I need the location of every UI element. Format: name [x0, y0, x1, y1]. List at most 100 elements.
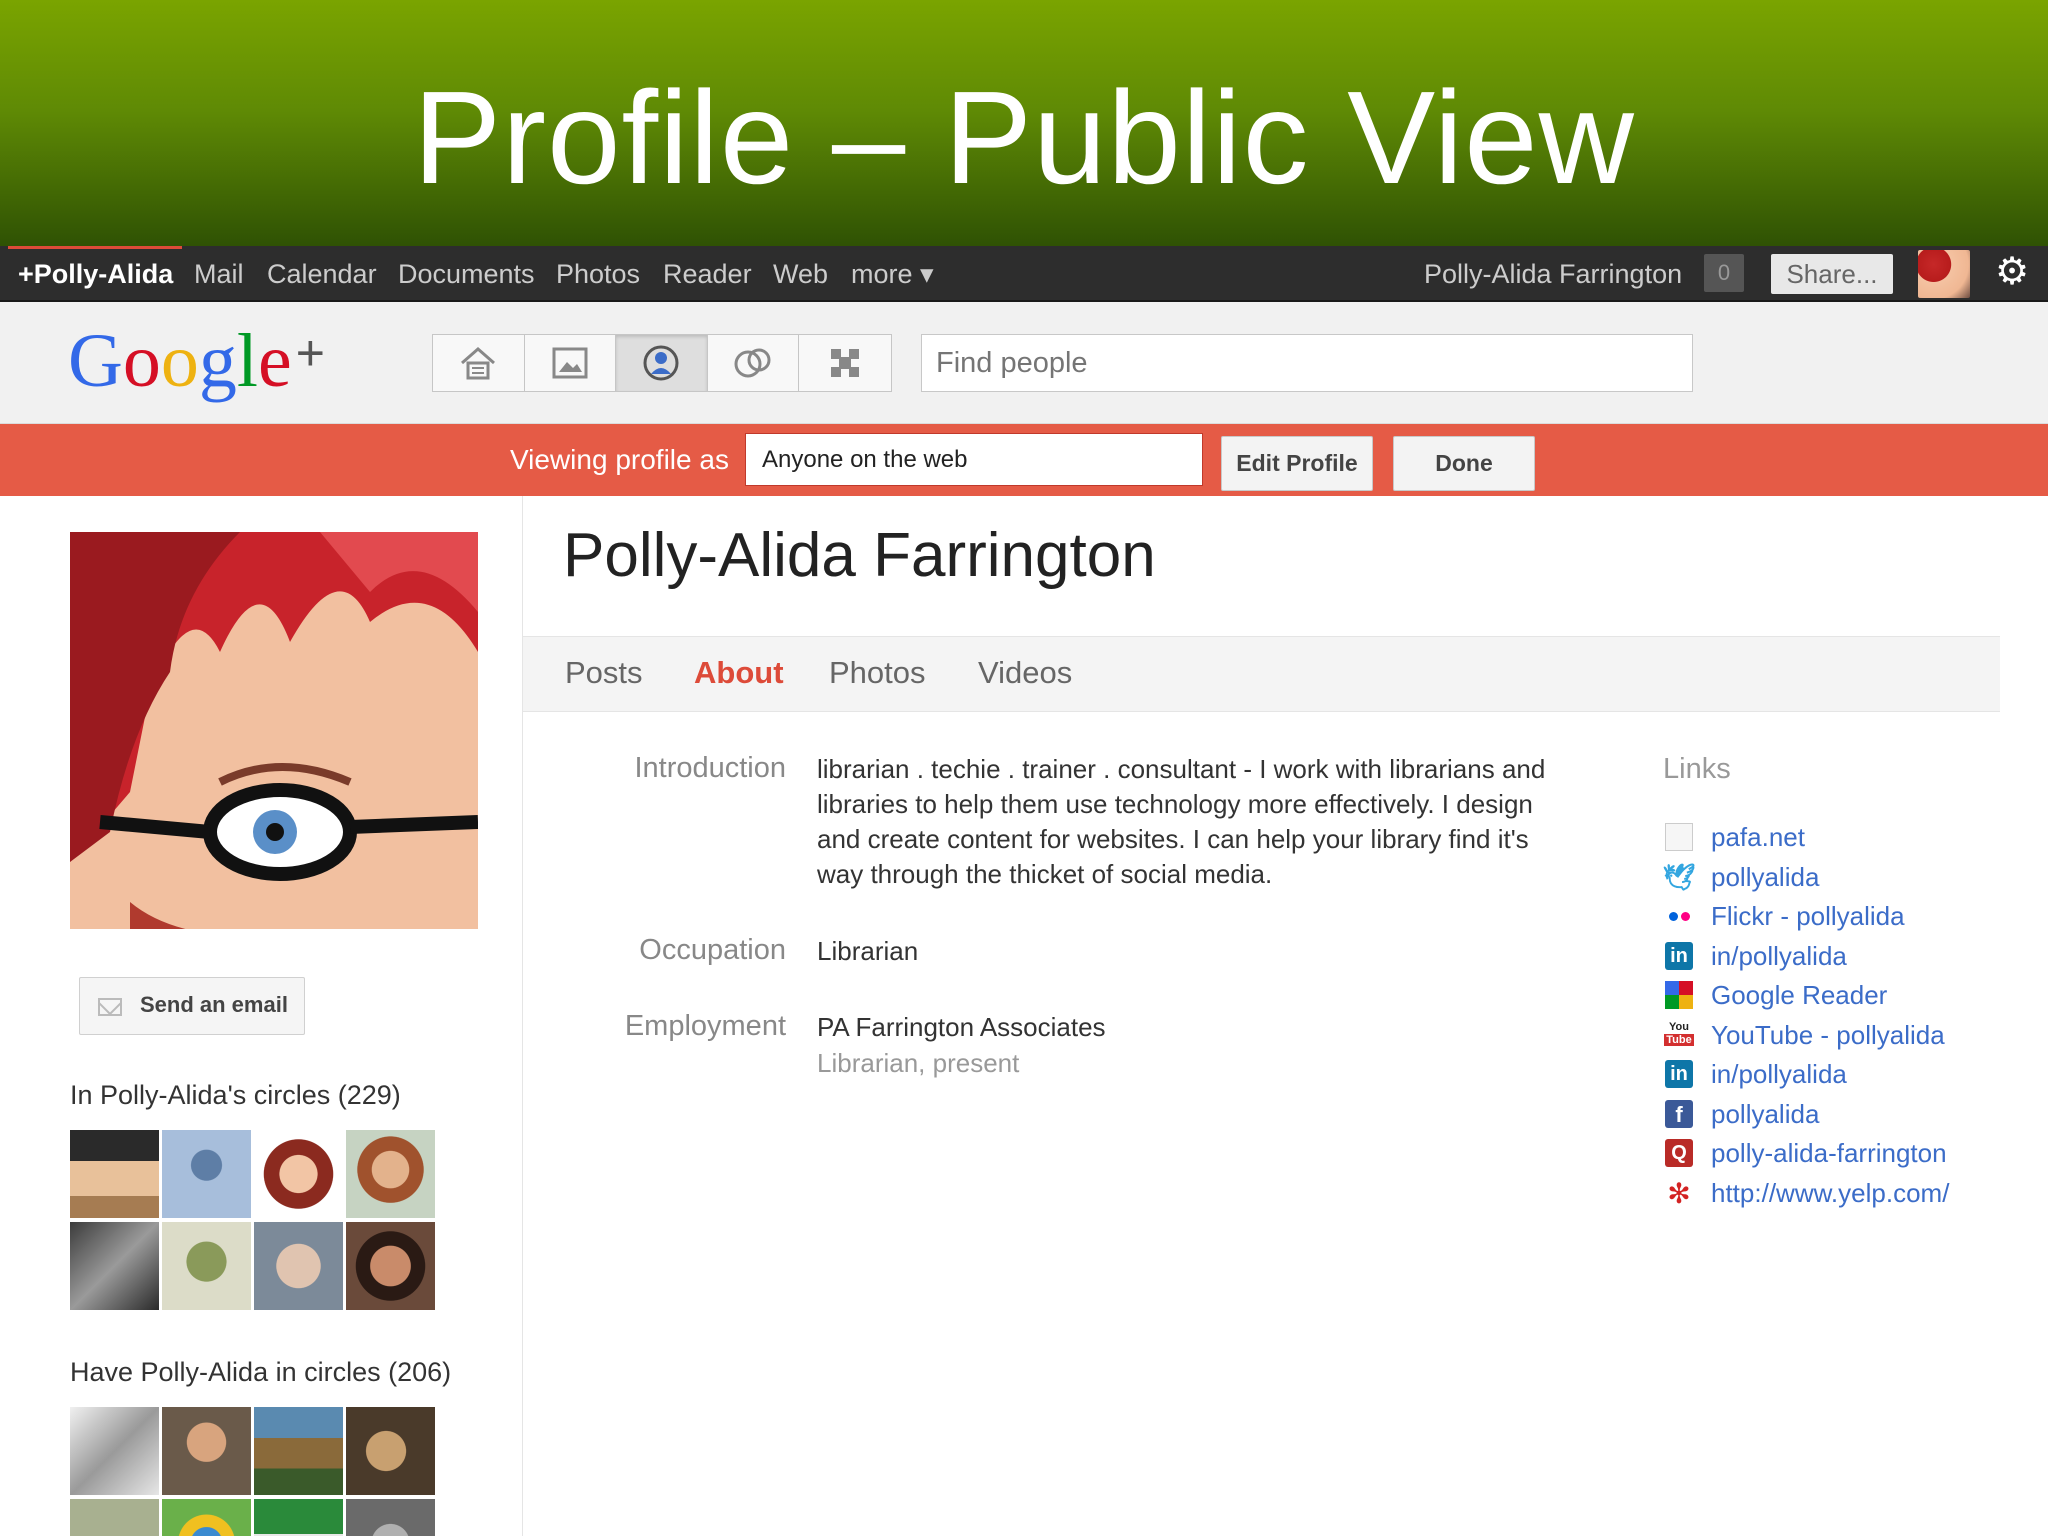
link-item[interactable]: ✻ http://www.yelp.com/ — [1663, 1176, 1949, 1210]
linkedin-icon: in — [1663, 941, 1695, 971]
occupation-label: Occupation — [639, 934, 786, 966]
circle-member-thumb[interactable] — [346, 1407, 435, 1495]
introduction-line: way through the thicket of social media. — [817, 859, 1273, 889]
gbar-item-more[interactable]: more ▾ — [851, 259, 934, 290]
tab-about[interactable]: About — [694, 655, 784, 691]
tab-photos[interactable]: Photos — [829, 655, 926, 691]
circle-member-thumb[interactable] — [162, 1222, 251, 1310]
done-button[interactable]: Done — [1393, 436, 1535, 491]
games-icon — [831, 349, 860, 377]
yelp-icon: ✻ — [1667, 1177, 1691, 1209]
main-nav — [432, 334, 892, 392]
gbar-item-calendar[interactable]: Calendar — [267, 259, 377, 290]
find-people-input[interactable] — [921, 334, 1693, 392]
gbar-user-name[interactable]: Polly-Alida Farrington — [1424, 259, 1682, 290]
edit-profile-button[interactable]: Edit Profile — [1221, 436, 1373, 491]
youtube-icon: You Tube — [1664, 1021, 1694, 1046]
circle-member-thumb[interactable] — [70, 1130, 159, 1218]
circles-icon — [734, 348, 771, 378]
link-text[interactable]: pafa.net — [1711, 822, 1805, 853]
page-icon — [1663, 822, 1695, 852]
circle-member-thumb[interactable] — [70, 1407, 159, 1495]
introduction-text: librarian . techie . trainer . consultan… — [817, 752, 1587, 892]
profile-icon — [643, 345, 679, 381]
in-circles-heading[interactable]: In Polly-Alida's circles (229) — [70, 1080, 401, 1111]
link-item[interactable]: f pollyalida — [1663, 1097, 1819, 1131]
link-item[interactable]: Flickr - pollyalida — [1663, 899, 1905, 933]
gbar-item-photos[interactable]: Photos — [556, 259, 640, 290]
active-indicator — [8, 246, 182, 249]
mail-icon — [98, 998, 122, 1016]
link-item[interactable]: 🕊 pollyalida — [1662, 860, 1820, 894]
employment-detail: Librarian, present — [817, 1048, 1020, 1078]
link-item[interactable]: You Tube YouTube - pollyalida — [1663, 1018, 1945, 1052]
twitter-icon: 🕊 — [1662, 861, 1696, 892]
circle-member-thumb[interactable] — [346, 1130, 435, 1218]
gbar-item-plus-profile[interactable]: +Polly-Alida — [18, 259, 173, 290]
link-text[interactable]: pollyalida — [1711, 1099, 1819, 1130]
tab-posts[interactable]: Posts — [565, 655, 643, 691]
circle-member-thumb[interactable] — [254, 1407, 343, 1495]
profile-photo[interactable] — [70, 532, 478, 929]
introduction-line: libraries to help them use technology mo… — [817, 789, 1533, 819]
introduction-line: librarian . techie . trainer . consultan… — [817, 754, 1546, 784]
circle-member-thumb[interactable] — [162, 1407, 251, 1495]
photos-nav-button[interactable] — [525, 335, 617, 391]
flickr-icon — [1663, 901, 1695, 931]
slide-title: Profile – Public View — [413, 64, 1635, 211]
link-text[interactable]: in/pollyalida — [1711, 1059, 1847, 1090]
games-nav-button[interactable] — [799, 335, 891, 391]
slide-title-banner: Profile – Public View — [0, 0, 2048, 246]
circle-member-thumb[interactable] — [254, 1222, 343, 1310]
circles-nav-button[interactable] — [708, 335, 800, 391]
home-nav-button[interactable] — [433, 335, 525, 391]
viewing-as-label: Viewing profile as — [510, 444, 729, 475]
link-item[interactable]: in in/pollyalida — [1663, 939, 1847, 973]
gbar-item-mail[interactable]: Mail — [194, 259, 244, 290]
account-avatar[interactable] — [1918, 250, 1970, 298]
link-text[interactable]: polly-alida-farrington — [1711, 1138, 1947, 1169]
link-text[interactable]: http://www.yelp.com/ — [1711, 1178, 1949, 1209]
gear-icon[interactable]: ⚙ — [1992, 252, 2032, 292]
link-text[interactable]: pollyalida — [1711, 862, 1819, 893]
gbar-item-reader[interactable]: Reader — [663, 259, 752, 290]
profile-photo-avatar — [70, 532, 478, 929]
circle-member-thumb[interactable] — [254, 1499, 343, 1536]
link-text[interactable]: Google Reader — [1711, 980, 1887, 1011]
link-item[interactable]: Google Reader — [1663, 978, 1887, 1012]
circle-member-thumb[interactable] — [70, 1499, 159, 1536]
notification-count[interactable]: 0 — [1704, 254, 1744, 292]
google-reader-icon — [1663, 980, 1695, 1010]
have-in-circles-grid — [70, 1407, 435, 1536]
employment-label: Employment — [624, 1010, 786, 1042]
link-item[interactable]: pafa.net — [1663, 820, 1805, 854]
circle-member-thumb[interactable] — [70, 1222, 159, 1310]
link-text[interactable]: in/pollyalida — [1711, 941, 1847, 972]
share-button[interactable]: Share... — [1771, 254, 1893, 294]
link-text[interactable]: YouTube - pollyalida — [1711, 1020, 1945, 1051]
circle-member-thumb[interactable] — [162, 1499, 251, 1536]
gbar-item-web[interactable]: Web — [773, 259, 828, 290]
tab-videos[interactable]: Videos — [978, 655, 1072, 691]
occupation-value: Librarian — [817, 936, 919, 966]
link-text[interactable]: Flickr - pollyalida — [1711, 901, 1905, 932]
employer-value: PA Farrington Associates — [817, 1012, 1106, 1042]
google-plus-logo[interactable]: Google+ — [68, 318, 325, 405]
linkedin-icon: in — [1663, 1059, 1695, 1089]
send-email-button[interactable]: Send an email — [79, 977, 305, 1035]
viewing-as-select[interactable]: Anyone on the web — [745, 433, 1203, 486]
photos-icon — [552, 347, 588, 379]
profile-name: Polly-Alida Farrington — [563, 521, 1156, 590]
circle-member-thumb[interactable] — [162, 1130, 251, 1218]
facebook-icon: f — [1663, 1099, 1695, 1129]
circle-member-thumb[interactable] — [346, 1222, 435, 1310]
home-icon — [461, 347, 496, 380]
link-item[interactable]: in in/pollyalida — [1663, 1057, 1847, 1091]
have-in-circles-heading[interactable]: Have Polly-Alida in circles (206) — [70, 1357, 451, 1388]
circle-member-thumb[interactable] — [254, 1130, 343, 1218]
link-item[interactable]: Q polly-alida-farrington — [1663, 1136, 1947, 1170]
profile-nav-button[interactable] — [616, 335, 708, 391]
gbar-item-documents[interactable]: Documents — [398, 259, 535, 290]
circle-member-thumb[interactable] — [346, 1499, 435, 1536]
send-email-label: Send an email — [140, 992, 288, 1017]
